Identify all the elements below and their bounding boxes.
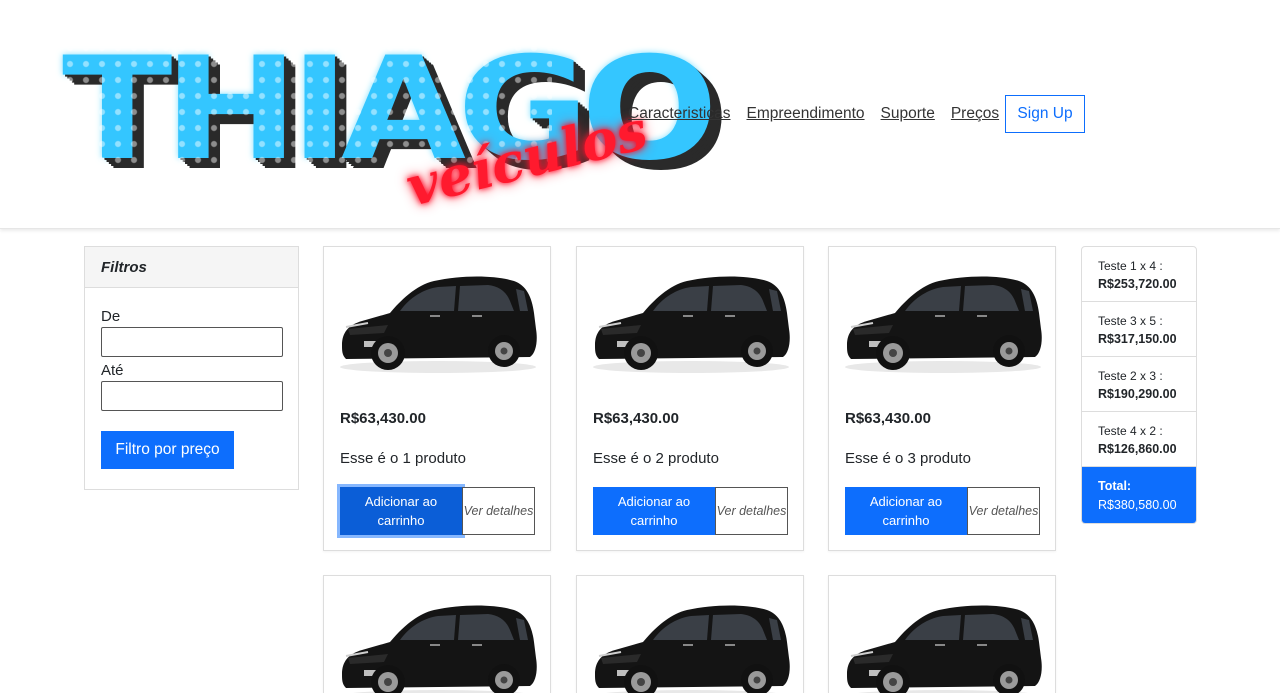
cart-item: Teste 1 x 4 : R$253,720.00	[1082, 247, 1196, 302]
add-to-cart-button[interactable]: Adicionar ao carrinho	[593, 487, 715, 535]
product-description: Esse é o 3 produto	[845, 450, 971, 467]
cart-item-label: Teste 2 x 3 :	[1098, 369, 1163, 383]
product-description: Esse é o 2 produto	[593, 450, 719, 467]
add-to-cart-button[interactable]: Adicionar ao carrinho	[845, 487, 967, 535]
cart-total: Total: R$380,580.00	[1082, 467, 1196, 523]
nav-link-precos[interactable]: Preços	[951, 105, 999, 123]
cart-item-label: Teste 4 x 2 :	[1098, 424, 1163, 438]
car-image[interactable]	[843, 596, 1043, 693]
cart-item-amount: R$126,860.00	[1098, 442, 1177, 456]
price-to-label: Até	[101, 362, 124, 379]
product-card-6	[828, 575, 1056, 693]
cart-total-amount: R$380,580.00	[1098, 498, 1177, 512]
view-details-button[interactable]: Ver detalhes	[462, 487, 535, 535]
nav-link-empreendimento[interactable]: Empreendimento	[747, 105, 865, 123]
product-price: R$63,430.00	[340, 410, 426, 427]
site-header: THIAGO veículos Caracteristicas Empreend…	[0, 0, 1280, 229]
price-from-input[interactable]	[101, 327, 283, 357]
product-card-4	[323, 575, 551, 693]
cart-summary: Teste 1 x 4 : R$253,720.00 Teste 3 x 5 :…	[1081, 246, 1197, 524]
car-image[interactable]	[338, 267, 538, 377]
thiago-veiculos-logo[interactable]: THIAGO veículos	[62, 39, 718, 219]
car-image[interactable]	[591, 267, 791, 377]
product-card-1: R$63,430.00 Esse é o 1 produto Adicionar…	[323, 246, 551, 551]
product-card-2: R$63,430.00 Esse é o 2 produto Adicionar…	[576, 246, 804, 551]
filters-title: Filtros	[85, 247, 298, 288]
view-details-button[interactable]: Ver detalhes	[967, 487, 1040, 535]
product-description: Esse é o 1 produto	[340, 450, 466, 467]
main-nav: Caracteristicas Empreendimento Suporte P…	[628, 95, 1015, 133]
cart-item-amount: R$253,720.00	[1098, 277, 1177, 291]
nav-link-suporte[interactable]: Suporte	[881, 105, 935, 123]
price-from-label: De	[101, 308, 121, 325]
cart-item-label: Teste 1 x 4 :	[1098, 259, 1163, 273]
car-image[interactable]	[843, 267, 1043, 377]
price-to-input[interactable]	[101, 381, 283, 411]
signup-button[interactable]: Sign Up	[1005, 95, 1085, 133]
cart-total-label: Total:	[1098, 479, 1132, 493]
car-image[interactable]	[591, 596, 791, 693]
add-to-cart-button[interactable]: Adicionar ao carrinho	[340, 487, 462, 535]
filters-panel: Filtros De Até Filtro por preço	[84, 246, 299, 490]
product-card-3: R$63,430.00 Esse é o 3 produto Adicionar…	[828, 246, 1056, 551]
car-image[interactable]	[338, 596, 538, 693]
product-card-5	[576, 575, 804, 693]
view-details-button[interactable]: Ver detalhes	[715, 487, 788, 535]
product-price: R$63,430.00	[593, 410, 679, 427]
product-price: R$63,430.00	[845, 410, 931, 427]
cart-item-label: Teste 3 x 5 :	[1098, 314, 1163, 328]
cart-item: Teste 2 x 3 : R$190,290.00	[1082, 357, 1196, 412]
nav-link-caracteristicas[interactable]: Caracteristicas	[628, 105, 731, 123]
cart-item-amount: R$317,150.00	[1098, 332, 1177, 346]
cart-item-amount: R$190,290.00	[1098, 387, 1177, 401]
cart-item: Teste 4 x 2 : R$126,860.00	[1082, 412, 1196, 467]
filter-by-price-button[interactable]: Filtro por preço	[101, 431, 234, 469]
cart-item: Teste 3 x 5 : R$317,150.00	[1082, 302, 1196, 357]
